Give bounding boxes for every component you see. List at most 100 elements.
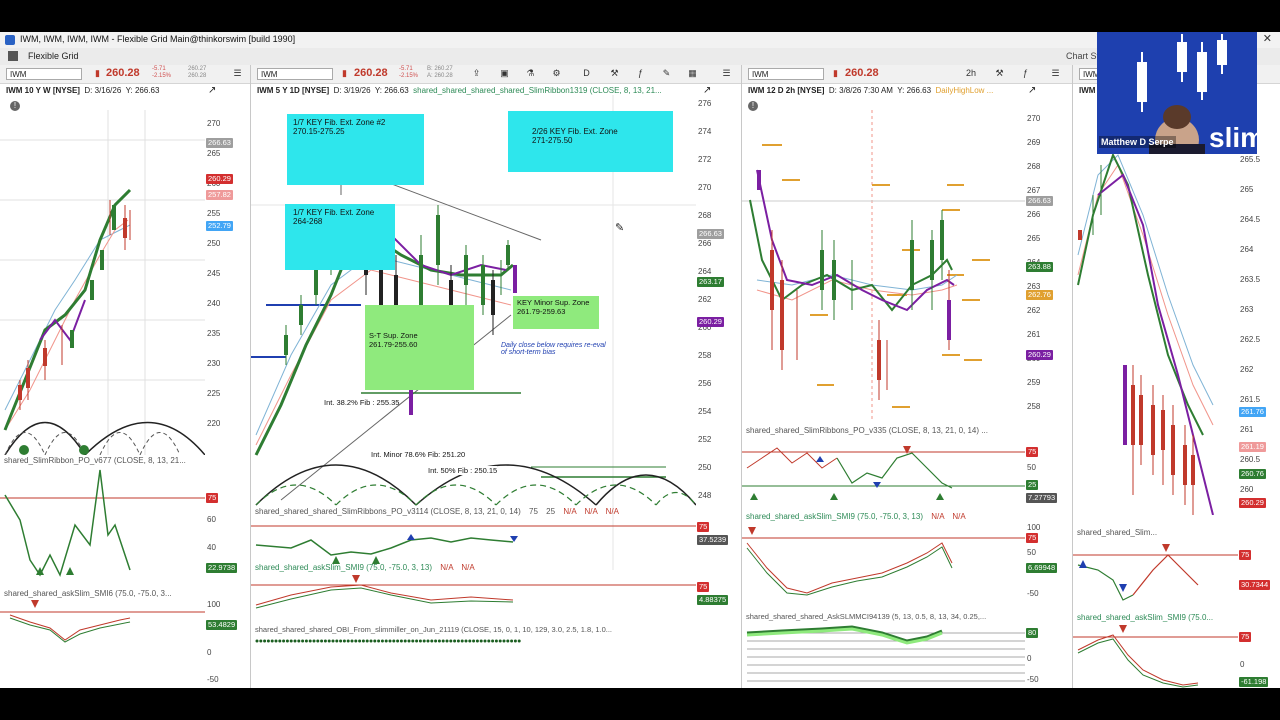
- close-icon[interactable]: ✕: [1263, 32, 1272, 45]
- obi-dot: [430, 639, 434, 643]
- obi-dot: [456, 639, 460, 643]
- drawing-tool-icon[interactable]: ↗: [1028, 85, 1036, 96]
- obi-dot: [434, 639, 438, 643]
- support-zone-box: KEY Minor Sup. Zone 261.79-259.63: [513, 296, 599, 329]
- window-title-bar: IWM, IWM, IWM, IWM - Flexible Grid Main@…: [0, 32, 1280, 49]
- obi-dot: [312, 639, 316, 643]
- osc2-axis: 100 53.4829 0 -50: [206, 600, 238, 684]
- obi-dot: [293, 639, 297, 643]
- bid-ask: B: 260.27 A: 260.28: [427, 66, 453, 79]
- obi-dot: [487, 639, 491, 643]
- pattern-icon[interactable]: ▦: [687, 68, 698, 79]
- studies-icon[interactable]: ƒ: [635, 68, 646, 79]
- obi-dot: [308, 639, 312, 643]
- price-change: -5.71 -2.15%: [152, 66, 172, 79]
- price-tag: 260.29: [1239, 498, 1266, 508]
- chart-info: IWM: [1079, 86, 1096, 95]
- y-axis: 265.5 265 264.5 264 263.5 263 262.5 262 …: [1239, 155, 1266, 508]
- oscillator-1: [0, 469, 205, 578]
- study-label[interactable]: shared_shared_shared_OBI_From_slimmiller…: [255, 625, 612, 634]
- menu-icon[interactable]: ☰: [232, 68, 243, 79]
- flask-icon[interactable]: ⚗: [525, 68, 536, 79]
- study-label[interactable]: shared_SlimRibbon_PO_v677 (CLOSE, 8, 13,…: [4, 456, 186, 465]
- support-zone-box: S-T Sup. Zone 261.79-255.60: [365, 305, 474, 390]
- obi-dot: [342, 639, 346, 643]
- osc1-axis: 75 60 40 22.9738: [206, 493, 238, 573]
- price-tag: 261.19: [1239, 442, 1266, 452]
- link-icon[interactable]: ▮: [339, 68, 350, 79]
- layout-icon[interactable]: ▣: [499, 68, 510, 79]
- obi-dot: [502, 639, 506, 643]
- tools-icon[interactable]: ⚒: [994, 68, 1005, 79]
- fib-zone-box: 2/26 KEY Fib. Ext. Zone 271-275.50: [508, 111, 673, 172]
- price-tag: 266.63: [206, 138, 233, 148]
- symbol-input[interactable]: IWM: [257, 68, 333, 80]
- obi-dot: [339, 639, 343, 643]
- obi-dots: [255, 639, 521, 643]
- oscillator-1: [742, 446, 1025, 500]
- gear-icon[interactable]: ⚙: [551, 68, 562, 79]
- price-change: -5.71 -2.15%: [399, 66, 419, 79]
- osc1-axis: 75 50 25 7.27793: [1026, 447, 1058, 503]
- symbol-input[interactable]: IWM: [6, 68, 82, 80]
- share-icon[interactable]: ⇪: [471, 68, 482, 79]
- menu-icon[interactable]: ☰: [721, 68, 732, 79]
- obi-dot: [278, 639, 282, 643]
- obi-dot: [259, 639, 263, 643]
- menu-icon[interactable]: ☰: [1050, 68, 1061, 79]
- chart-info: IWM 12 D 2h [NYSE] D: 3/8/26 7:30 AM Y: …: [748, 86, 994, 95]
- obi-dot: [517, 639, 521, 643]
- osc2-axis: 75 0 -61.198: [1239, 632, 1269, 687]
- study-label[interactable]: shared_shared_shared_SlimRibbons_PO_v311…: [255, 507, 619, 516]
- study-label[interactable]: shared_shared_askSlim_SMI9 (75.0, -75.0,…: [746, 512, 966, 521]
- fib-label: Int. 38.2% Fib : 255.35: [324, 398, 400, 407]
- obi-dot: [331, 639, 335, 643]
- obi-dot: [274, 639, 278, 643]
- chart-panel-4: IWM IWM 265.5 265 264.5 264 263.5 263 26…: [1073, 65, 1280, 688]
- price-tag: 260.76: [1239, 469, 1266, 479]
- grid-name[interactable]: Flexible Grid: [28, 51, 79, 61]
- tools-icon[interactable]: ⚒: [609, 68, 620, 79]
- fib-zone-box: 1/7 KEY Fib. Ext. Zone #2 270.15-275.25: [287, 114, 424, 185]
- obi-dot: [494, 639, 498, 643]
- chart-style-label[interactable]: Chart St: [1066, 51, 1099, 61]
- panel-toolbar: IWM ▮ 260.28 -5.71 -2.15% 260.27 260.28 ☰: [0, 65, 250, 84]
- study-label[interactable]: shared_shared_askSlim_SMI9 (75.0, -75.0,…: [255, 563, 475, 572]
- y-axis: 270 265 260 255 250 245 240 235 230 225 …: [206, 119, 233, 428]
- study-label[interactable]: shared_shared_Slim...: [1077, 528, 1157, 537]
- obi-dot: [483, 639, 487, 643]
- last-price: 260.28: [845, 67, 879, 79]
- symbol-input[interactable]: IWM: [1079, 68, 1099, 80]
- obi-dot: [510, 639, 514, 643]
- fib-label: Int. Minor 78.6% Fib: 251.20: [371, 450, 466, 459]
- obi-dot: [301, 639, 305, 643]
- symbol-input[interactable]: IWM: [748, 68, 824, 80]
- study-label[interactable]: shared_shared_SlimRibbons_PO_v335 (CLOSE…: [746, 426, 988, 435]
- obi-dot: [415, 639, 419, 643]
- panel-toolbar: IWM ▮ 260.28 2h ⚒ ƒ ☰: [742, 65, 1072, 84]
- obi-dot: [460, 639, 464, 643]
- last-price: 260.28: [354, 67, 388, 79]
- link-icon[interactable]: ▮: [92, 68, 103, 79]
- drawing-tool-icon[interactable]: ↗: [208, 85, 216, 96]
- study-label[interactable]: shared_shared_shared_AskSLMMCI94139 (5, …: [746, 612, 986, 621]
- last-price: 260.28: [106, 67, 140, 79]
- oscillator-1: [1073, 544, 1238, 601]
- obi-dot: [255, 639, 259, 643]
- grid-icon[interactable]: [8, 51, 18, 61]
- study-label[interactable]: shared_shared_askSlim_SMI9 (75.0...: [1077, 613, 1213, 622]
- timeframe-button[interactable]: 2h: [964, 68, 978, 79]
- y-axis: 276 274 272 270 268 266 264 262 260 258 …: [697, 99, 724, 500]
- cursor-icon: ✎: [615, 222, 625, 234]
- chart-panel-3: IWM ▮ 260.28 2h ⚒ ƒ ☰ IWM 12 D 2h [NYSE]…: [742, 65, 1073, 688]
- drawings-icon[interactable]: ✎: [661, 68, 672, 79]
- link-icon[interactable]: ▮: [830, 68, 841, 79]
- timeframe-button[interactable]: D: [581, 68, 592, 79]
- study-label[interactable]: shared_shared_askSlim_SMI6 (75.0, -75.0,…: [4, 589, 172, 598]
- obi-dot: [441, 639, 445, 643]
- oscillator-1: [251, 525, 696, 564]
- bid-ask: 260.27 260.28: [188, 66, 207, 79]
- osc3-axis: 80 0 -50: [1026, 628, 1039, 684]
- obi-dot: [285, 639, 289, 643]
- studies-icon[interactable]: ƒ: [1020, 68, 1031, 79]
